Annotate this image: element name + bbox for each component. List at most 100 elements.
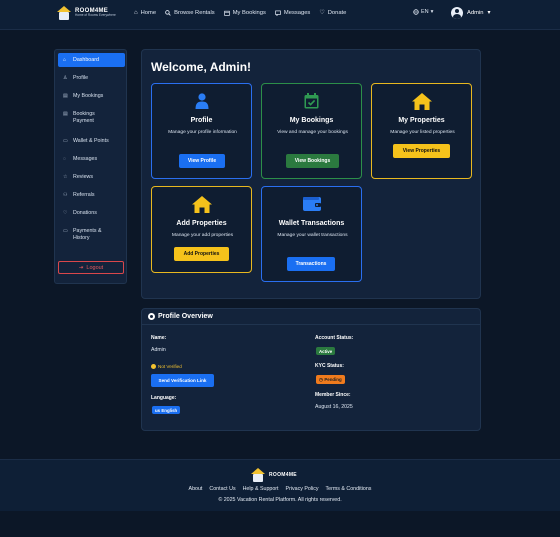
verification-status: Not Verified — [151, 364, 182, 369]
nav-messages-label: Messages — [283, 9, 311, 16]
user-name: Admin — [467, 10, 484, 16]
name-value: Admin — [151, 347, 166, 353]
nav-home-label: Home — [140, 9, 157, 16]
top-navbar: ROOM4ME Home of Rooms Everywhere ⌂ Home … — [0, 0, 560, 30]
language-badge: us English — [152, 406, 181, 414]
kyc-status-value: Pending — [324, 377, 342, 382]
caret-down-icon: ▾ — [487, 10, 491, 16]
calendar-check-icon: ▤ — [63, 111, 68, 117]
sidebar-item-reviews[interactable]: ☆ Reviews — [58, 170, 125, 184]
sidebar-item-profile[interactable]: ♙ Profile — [58, 71, 125, 85]
footer-link-about[interactable]: About — [189, 486, 203, 492]
caret-down-icon: ▾ — [430, 9, 434, 15]
logout-button[interactable]: ⇥ Logout — [58, 261, 124, 274]
card-description: View and manage your bookings — [277, 130, 348, 135]
my-properties-card: My Properties Manage your listed propert… — [371, 83, 472, 179]
nav-donate-label: Donate — [327, 9, 347, 16]
sidebar-item-label: Bookings Payment — [73, 111, 95, 125]
nav-browse-rentals[interactable]: Browse Rentals — [165, 9, 215, 16]
heart-icon: ♡ — [63, 210, 68, 216]
transactions-button[interactable]: Transactions — [287, 257, 335, 271]
sidebar-item-bookings-payment[interactable]: ▤ Bookings Payment — [58, 107, 125, 129]
view-profile-button[interactable]: View Profile — [179, 154, 225, 168]
sidebar: ⌂ Dashboard ♙ Profile ▤ My Bookings ▤ Bo… — [54, 49, 127, 284]
card-description: Manage your add properties — [171, 233, 234, 238]
footer-logo[interactable]: ROOM4ME — [251, 468, 297, 482]
card-title: My Bookings — [289, 117, 334, 124]
nav-bookings-label: My Bookings — [232, 9, 266, 16]
sidebar-item-dashboard[interactable]: ⌂ Dashboard — [58, 53, 125, 67]
profile-card: Profile Manage your profile information … — [151, 83, 252, 179]
messages-icon — [275, 10, 281, 16]
user-icon: ♙ — [63, 75, 68, 81]
sidebar-item-label: Dashboard — [73, 57, 99, 63]
language-label: Language: — [151, 395, 177, 401]
nav-messages[interactable]: Messages — [275, 9, 310, 16]
nav-donate[interactable]: ♡ Donate — [319, 9, 347, 17]
sidebar-item-label: Reviews — [73, 174, 94, 180]
sidebar-item-payments-history[interactable]: ▭ Payments & History — [58, 224, 125, 246]
person-icon — [152, 93, 251, 109]
add-properties-card: Add Properties Manage your add propertie… — [151, 186, 252, 273]
house-logo-icon — [251, 468, 265, 482]
sidebar-item-label: Messages — [73, 156, 98, 162]
sidebar-item-referrals[interactable]: ⚇ Referrals — [58, 188, 125, 202]
star-icon: ☆ — [63, 174, 68, 180]
name-label: Name: — [151, 335, 167, 341]
footer-link-help[interactable]: Help & Support — [243, 486, 279, 492]
sidebar-item-my-bookings[interactable]: ▤ My Bookings — [58, 89, 125, 103]
footer-links: About Contact Us Help & Support Privacy … — [0, 486, 560, 492]
dashboard-icon: ⌂ — [63, 57, 67, 63]
member-since-label: Member Since: — [315, 392, 351, 398]
sidebar-item-label: Profile — [73, 75, 89, 81]
sidebar-item-donations[interactable]: ♡ Donations — [58, 206, 125, 220]
view-bookings-button[interactable]: View Bookings — [286, 154, 339, 168]
search-icon — [165, 9, 171, 16]
card-title: Add Properties — [176, 220, 227, 227]
logout-icon: ⇥ — [78, 264, 84, 271]
footer-link-terms[interactable]: Terms & Conditions — [326, 486, 372, 492]
sidebar-item-messages[interactable]: ◌ Messages — [58, 152, 125, 166]
view-properties-button[interactable]: View Properties — [393, 144, 450, 158]
globe-icon — [413, 9, 419, 15]
nav-home[interactable]: ⌂ Home — [134, 9, 156, 16]
card-title: Wallet Transactions — [278, 220, 345, 227]
sidebar-item-label: My Bookings — [73, 93, 104, 99]
sidebar-item-wallet[interactable]: ▭ Wallet & Points — [58, 134, 125, 148]
my-bookings-card: My Bookings View and manage your booking… — [261, 83, 362, 179]
send-verification-button[interactable]: Send Verification Link — [151, 374, 214, 387]
account-status-badge: Active — [316, 347, 336, 355]
member-since-value: August 16, 2025 — [315, 404, 353, 410]
house-logo-icon — [57, 6, 71, 20]
nav-my-bookings[interactable]: My Bookings — [223, 9, 266, 16]
card-description: Manage your listed properties — [390, 130, 455, 135]
clock-icon: ◷ — [319, 376, 323, 382]
account-status-label: Account Status: — [315, 335, 354, 341]
heart-icon: ♡ — [319, 10, 325, 16]
nav-browse-label: Browse Rentals — [174, 9, 215, 16]
sidebar-item-label: Referrals — [73, 192, 95, 198]
language-selector[interactable]: EN ▾ — [413, 9, 433, 15]
sidebar-item-label: Wallet & Points — [73, 138, 109, 144]
footer-link-privacy[interactable]: Privacy Policy — [286, 486, 319, 492]
logout-label: Logout — [86, 264, 104, 271]
profile-overview-header: Profile Overview — [142, 309, 480, 325]
calendar-icon: ▤ — [63, 93, 68, 99]
dashboard-panel: Welcome, Admin! Profile Manage your prof… — [141, 49, 481, 299]
users-icon: ⚇ — [63, 192, 68, 198]
footer-link-contact[interactable]: Contact Us — [209, 486, 235, 492]
add-properties-button[interactable]: Add Properties — [174, 247, 229, 261]
user-circle-icon — [148, 313, 155, 320]
not-verified-label: Not Verified — [158, 364, 182, 369]
messages-icon: ◌ — [63, 156, 66, 162]
brand-tagline: Home of Rooms Everywhere — [75, 13, 116, 18]
main-nav: ⌂ Home Browse Rentals My Bookings Messag… — [134, 9, 347, 17]
footer-brand-name: ROOM4ME — [269, 471, 297, 478]
calendar-icon — [223, 10, 230, 16]
wallet-icon — [262, 196, 361, 211]
brand-logo[interactable]: ROOM4ME Home of Rooms Everywhere — [57, 6, 116, 20]
user-menu[interactable]: Admin ▾ — [451, 7, 490, 19]
profile-overview-title: Profile Overview — [158, 313, 213, 320]
card-icon: ▭ — [63, 228, 68, 234]
house-icon — [152, 196, 251, 213]
